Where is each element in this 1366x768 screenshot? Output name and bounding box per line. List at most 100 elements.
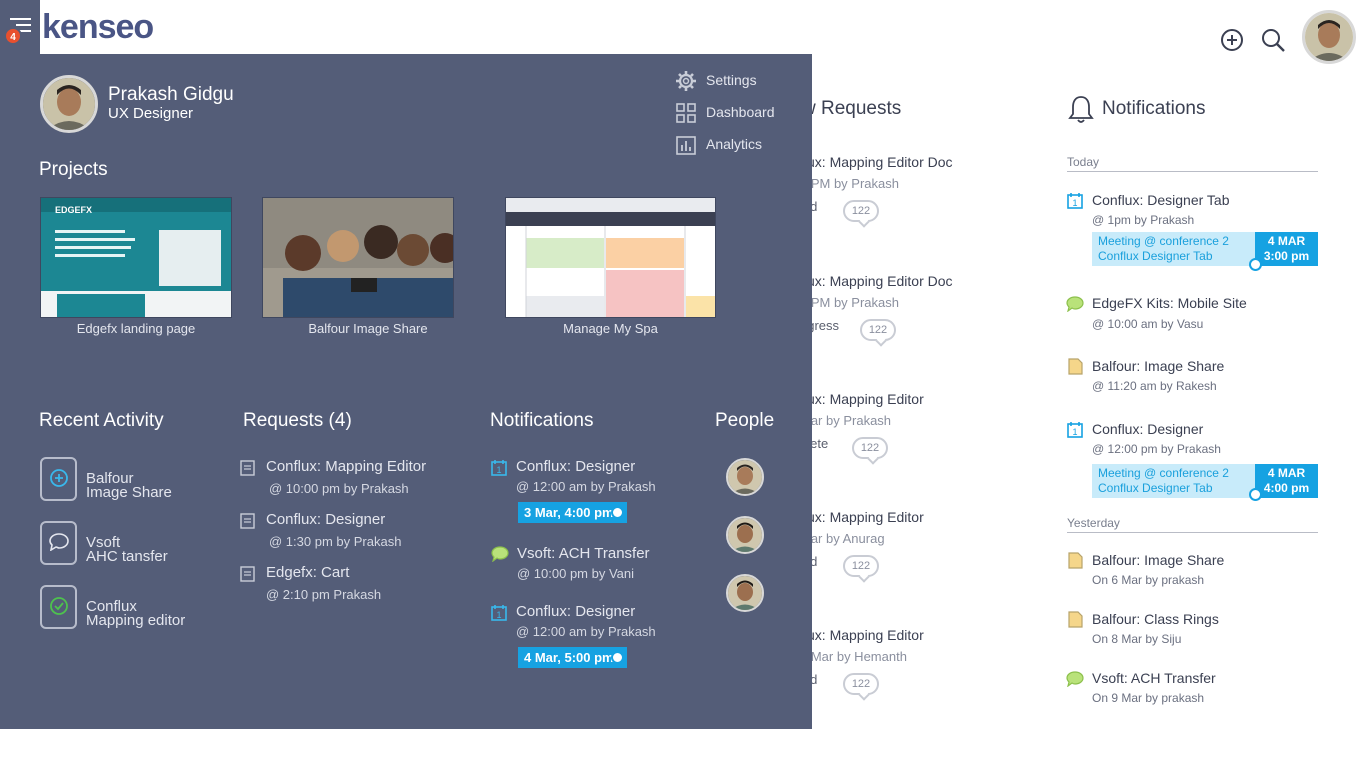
notification-meta: @ 12:00 am by Prakash [516, 479, 656, 494]
notification-title[interactable]: Conflux: Designer Tab [1092, 192, 1229, 208]
plus-circle-icon[interactable] [1219, 27, 1245, 53]
avatar-image [1305, 13, 1353, 61]
request-meta: Mar by Prakash [800, 413, 892, 428]
calendar-icon: 1 [1067, 193, 1083, 209]
notification-meta: @ 12:00 am by Prakash [516, 624, 656, 639]
settings-link[interactable]: Settings [675, 70, 795, 92]
dashboard-link[interactable]: Dashboard [675, 102, 795, 124]
analytics-link[interactable]: Analytics [675, 134, 795, 156]
check-circle-icon [50, 597, 68, 615]
search-icon[interactable] [1260, 27, 1286, 53]
request-title: flux: Mapping Editor [800, 391, 924, 407]
comment-count-bubble[interactable]: 122 [860, 319, 896, 341]
analytics-label: Analytics [706, 136, 763, 152]
meeting-date: 4 MAR 4:00 pm [1255, 464, 1318, 498]
notification-meta: @ 12:00 pm by Prakash [1092, 442, 1221, 456]
notification-title[interactable]: Balfour: Class Rings [1092, 611, 1219, 627]
svg-text:1: 1 [1072, 427, 1077, 437]
request-status: old [800, 672, 1040, 687]
request-status: ogress [800, 318, 840, 333]
request-item[interactable]: flux: Mapping Editor Mar by Prakash plet… [800, 391, 1040, 459]
activity-tile [40, 521, 77, 565]
profile-role: UX Designer [108, 105, 194, 122]
today-label: Today [1067, 155, 1100, 169]
meeting-subtitle: Conflux Designer Tab [1098, 249, 1213, 263]
meeting-card[interactable]: Meeting @ conference 2 Conflux Designer … [1092, 464, 1255, 498]
request-title: flux: Mapping Editor Doc [800, 154, 953, 170]
clock-icon [611, 506, 624, 519]
request-item[interactable]: Edgefx: Cart @ 2:10 pm Prakash [240, 564, 460, 604]
settings-label: Settings [706, 72, 757, 88]
request-item[interactable]: flux: Mapping Editor Doc 0 PM by Prakash… [800, 273, 1040, 341]
grid-icon [676, 103, 696, 123]
notification-title: Vsoft: ACH Transfer [517, 545, 650, 562]
project-card[interactable]: EDGEFX Edgefx landing page [40, 197, 232, 336]
request-meta: @ 10:00 pm by Prakash [269, 481, 409, 496]
meeting-card[interactable]: Meeting @ conference 2 Conflux Designer … [1092, 232, 1255, 266]
person-avatar[interactable] [726, 574, 764, 612]
dashboard-label: Dashboard [706, 104, 775, 120]
comment-count-bubble[interactable]: 122 [843, 673, 879, 695]
request-item[interactable]: Conflux: Designer @ 1:30 pm by Prakash [240, 511, 460, 551]
panel-notification-item[interactable]: 1 Conflux: Designer @ 12:00 am by Prakas… [490, 458, 690, 523]
menu-button[interactable]: 4 [0, 0, 40, 54]
bell-icon [1068, 96, 1094, 123]
request-status: old [800, 199, 1040, 214]
request-item[interactable]: flux: Mapping Editor Doc 0 PM by Prakash… [800, 154, 1040, 222]
notification-title: Conflux: Designer [516, 603, 636, 620]
profile-avatar[interactable] [40, 75, 98, 133]
request-title: flux: Mapping Editor [800, 509, 924, 525]
project-card[interactable]: Manage My Spa [505, 197, 716, 336]
request-meta: 0 PM by Prakash [800, 295, 899, 310]
project-card[interactable]: Balfour Image Share [262, 197, 474, 336]
request-item[interactable]: flux: Mapping Editor Mar by Anurag old 1… [800, 509, 1040, 577]
request-item[interactable]: Conflux: Mapping Editor @ 10:00 pm by Pr… [240, 458, 460, 498]
chat-bubble-icon [1066, 671, 1084, 687]
document-icon [1068, 358, 1083, 375]
svg-text:1: 1 [496, 610, 501, 620]
yesterday-label: Yesterday [1067, 516, 1120, 530]
request-meta: @ 1:30 pm by Prakash [269, 534, 402, 549]
notification-title[interactable]: Vsoft: ACH Transfer [1092, 670, 1216, 686]
person-avatar[interactable] [726, 458, 764, 496]
panel-notification-item[interactable]: Vsoft: ACH Transfer @ 10:00 pm by Vani [490, 545, 690, 585]
notification-title: Conflux: Designer [516, 458, 636, 475]
request-meta: @ 2:10 pm Prakash [266, 587, 382, 602]
divider [1067, 532, 1318, 533]
recent-activity-item[interactable]: Conflux Mapping editor [40, 585, 220, 629]
calendar-icon: 1 [491, 460, 507, 476]
project-thumbnail: EDGEFX [40, 197, 232, 318]
comment-count-bubble[interactable]: 122 [843, 555, 879, 577]
clock-icon [1249, 258, 1262, 271]
comment-count-bubble[interactable]: 122 [843, 200, 879, 222]
kenseo-logo[interactable]: kenseo [42, 8, 154, 47]
activity-line2: Image Share [86, 484, 172, 501]
request-meta: 0 PM by Prakash [800, 176, 899, 191]
person-avatar[interactable] [726, 516, 764, 554]
meeting-subtitle: Conflux Designer Tab [1098, 481, 1213, 495]
request-title: Conflux: Designer [266, 511, 386, 528]
avatar-image [728, 576, 762, 610]
user-avatar[interactable] [1302, 10, 1356, 64]
avatar-image [728, 518, 762, 552]
document-icon [1068, 552, 1083, 569]
request-title: flux: Mapping Editor [800, 627, 924, 643]
document-icon [240, 513, 255, 529]
notification-title[interactable]: Balfour: Image Share [1092, 358, 1224, 374]
recent-activity-item[interactable]: Vsoft AHC tansfer [40, 521, 220, 565]
request-item[interactable]: flux: Mapping Editor 2 Mar by Hemanth ol… [800, 627, 1040, 695]
recent-activity-item[interactable]: Balfour Image Share [40, 457, 220, 501]
meeting-date-day: 4 MAR [1267, 234, 1306, 248]
notification-title[interactable]: EdgeFX Kits: Mobile Site [1092, 295, 1247, 311]
project-label: Balfour Image Share [308, 321, 428, 336]
notification-meta: @ 10:00 pm by Vani [517, 566, 635, 581]
notification-title[interactable]: Balfour: Image Share [1092, 552, 1224, 568]
comment-count-bubble[interactable]: 122 [852, 437, 888, 459]
bar-chart-icon [676, 136, 696, 155]
panel-notification-item[interactable]: 1 Conflux: Designer @ 12:00 am by Prakas… [490, 603, 690, 668]
svg-text:1: 1 [496, 465, 501, 475]
notification-count-badge: 4 [4, 27, 22, 45]
svg-text:1: 1 [1072, 198, 1077, 208]
spa-calendar-thumbnail-image [506, 198, 715, 317]
notification-title[interactable]: Conflux: Designer [1092, 421, 1203, 437]
